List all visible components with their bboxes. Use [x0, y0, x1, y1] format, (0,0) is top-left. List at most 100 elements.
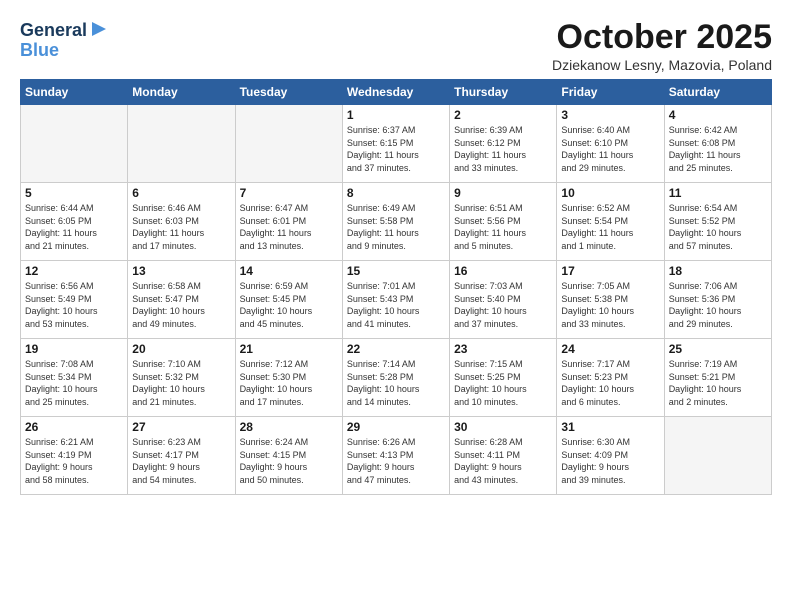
day-info: Sunrise: 6:58 AM Sunset: 5:47 PM Dayligh… — [132, 280, 230, 330]
day-number: 5 — [25, 186, 123, 200]
day-number: 14 — [240, 264, 338, 278]
day-info: Sunrise: 6:21 AM Sunset: 4:19 PM Dayligh… — [25, 436, 123, 486]
calendar-cell: 20 Sunrise: 7:10 AM Sunset: 5:32 PM Dayli… — [128, 339, 235, 417]
calendar-cell: 23 Sunrise: 7:15 AM Sunset: 5:25 PM Dayli… — [450, 339, 557, 417]
day-number: 23 — [454, 342, 552, 356]
logo-text: General — [20, 21, 87, 41]
day-info: Sunrise: 7:19 AM Sunset: 5:21 PM Dayligh… — [669, 358, 767, 408]
title-block: October 2025 Dziekanow Lesny, Mazovia, P… — [552, 18, 772, 73]
day-number: 19 — [25, 342, 123, 356]
day-info: Sunrise: 6:56 AM Sunset: 5:49 PM Dayligh… — [25, 280, 123, 330]
weekday-header-tuesday: Tuesday — [235, 80, 342, 105]
day-number: 18 — [669, 264, 767, 278]
calendar-cell: 6 Sunrise: 6:46 AM Sunset: 6:03 PM Daylig… — [128, 183, 235, 261]
day-number: 30 — [454, 420, 552, 434]
day-info: Sunrise: 6:59 AM Sunset: 5:45 PM Dayligh… — [240, 280, 338, 330]
calendar-cell: 22 Sunrise: 7:14 AM Sunset: 5:28 PM Dayli… — [342, 339, 449, 417]
day-number: 26 — [25, 420, 123, 434]
calendar-cell: 13 Sunrise: 6:58 AM Sunset: 5:47 PM Dayli… — [128, 261, 235, 339]
calendar-cell: 16Sunrise: 7:03 AM Sunset: 5:40 PM Dayli… — [450, 261, 557, 339]
day-number: 7 — [240, 186, 338, 200]
location: Dziekanow Lesny, Mazovia, Poland — [552, 57, 772, 73]
calendar-cell: 8 Sunrise: 6:49 AM Sunset: 5:58 PM Daylig… — [342, 183, 449, 261]
calendar-cell: 3 Sunrise: 6:40 AM Sunset: 6:10 PM Daylig… — [557, 105, 664, 183]
day-info: Sunrise: 6:40 AM Sunset: 6:10 PM Dayligh… — [561, 124, 659, 174]
month-title: October 2025 — [552, 18, 772, 57]
calendar-header-row: SundayMondayTuesdayWednesdayThursdayFrid… — [21, 80, 772, 105]
day-info: Sunrise: 6:23 AM Sunset: 4:17 PM Dayligh… — [132, 436, 230, 486]
page: General Blue October 2025 Dziekanow Lesn… — [0, 0, 792, 612]
calendar-cell — [128, 105, 235, 183]
calendar-cell: 11 Sunrise: 6:54 AM Sunset: 5:52 PM Dayli… — [664, 183, 771, 261]
weekday-header-wednesday: Wednesday — [342, 80, 449, 105]
day-number: 1 — [347, 108, 445, 122]
weekday-header-monday: Monday — [128, 80, 235, 105]
day-info: Sunrise: 7:14 AM Sunset: 5:28 PM Dayligh… — [347, 358, 445, 408]
header: General Blue October 2025 Dziekanow Lesn… — [20, 18, 772, 73]
calendar-cell — [664, 417, 771, 495]
day-number: 13 — [132, 264, 230, 278]
day-info: Sunrise: 6:44 AM Sunset: 6:05 PM Dayligh… — [25, 202, 123, 252]
day-info: Sunrise: 7:01 AM Sunset: 5:43 PM Dayligh… — [347, 280, 445, 330]
day-info: Sunrise: 6:54 AM Sunset: 5:52 PM Dayligh… — [669, 202, 767, 252]
calendar-cell: 7 Sunrise: 6:47 AM Sunset: 6:01 PM Daylig… — [235, 183, 342, 261]
calendar-cell: 5 Sunrise: 6:44 AM Sunset: 6:05 PM Daylig… — [21, 183, 128, 261]
calendar-cell: 26 Sunrise: 6:21 AM Sunset: 4:19 PM Dayli… — [21, 417, 128, 495]
day-number: 20 — [132, 342, 230, 356]
calendar: SundayMondayTuesdayWednesdayThursdayFrid… — [20, 79, 772, 495]
logo-arrow-icon — [90, 20, 108, 38]
day-number: 3 — [561, 108, 659, 122]
calendar-cell — [235, 105, 342, 183]
calendar-cell: 24Sunrise: 7:17 AM Sunset: 5:23 PM Dayli… — [557, 339, 664, 417]
logo: General Blue — [20, 18, 108, 61]
day-number: 11 — [669, 186, 767, 200]
day-number: 21 — [240, 342, 338, 356]
day-number: 4 — [669, 108, 767, 122]
day-info: Sunrise: 7:15 AM Sunset: 5:25 PM Dayligh… — [454, 358, 552, 408]
calendar-cell: 28 Sunrise: 6:24 AM Sunset: 4:15 PM Dayli… — [235, 417, 342, 495]
calendar-cell: 30 Sunrise: 6:28 AM Sunset: 4:11 PM Dayli… — [450, 417, 557, 495]
weekday-header-saturday: Saturday — [664, 80, 771, 105]
day-number: 10 — [561, 186, 659, 200]
calendar-cell: 31Sunrise: 6:30 AM Sunset: 4:09 PM Dayli… — [557, 417, 664, 495]
calendar-cell — [21, 105, 128, 183]
day-info: Sunrise: 7:12 AM Sunset: 5:30 PM Dayligh… — [240, 358, 338, 408]
day-number: 12 — [25, 264, 123, 278]
day-number: 22 — [347, 342, 445, 356]
day-number: 27 — [132, 420, 230, 434]
calendar-cell: 18 Sunrise: 7:06 AM Sunset: 5:36 PM Dayli… — [664, 261, 771, 339]
calendar-cell: 14 Sunrise: 6:59 AM Sunset: 5:45 PM Dayli… — [235, 261, 342, 339]
calendar-cell: 17Sunrise: 7:05 AM Sunset: 5:38 PM Dayli… — [557, 261, 664, 339]
logo-blue-text: Blue — [20, 41, 59, 61]
day-info: Sunrise: 6:52 AM Sunset: 5:54 PM Dayligh… — [561, 202, 659, 252]
day-number: 28 — [240, 420, 338, 434]
day-info: Sunrise: 6:28 AM Sunset: 4:11 PM Dayligh… — [454, 436, 552, 486]
calendar-cell: 15Sunrise: 7:01 AM Sunset: 5:43 PM Dayli… — [342, 261, 449, 339]
day-number: 25 — [669, 342, 767, 356]
week-row-4: 19Sunrise: 7:08 AM Sunset: 5:34 PM Dayli… — [21, 339, 772, 417]
calendar-cell: 1 Sunrise: 6:37 AM Sunset: 6:15 PM Daylig… — [342, 105, 449, 183]
day-number: 29 — [347, 420, 445, 434]
day-number: 17 — [561, 264, 659, 278]
week-row-3: 12 Sunrise: 6:56 AM Sunset: 5:49 PM Dayli… — [21, 261, 772, 339]
calendar-cell: 10 Sunrise: 6:52 AM Sunset: 5:54 PM Dayli… — [557, 183, 664, 261]
day-info: Sunrise: 7:06 AM Sunset: 5:36 PM Dayligh… — [669, 280, 767, 330]
day-info: Sunrise: 7:10 AM Sunset: 5:32 PM Dayligh… — [132, 358, 230, 408]
calendar-cell: 9Sunrise: 6:51 AM Sunset: 5:56 PM Daylig… — [450, 183, 557, 261]
day-info: Sunrise: 6:37 AM Sunset: 6:15 PM Dayligh… — [347, 124, 445, 174]
calendar-cell: 27 Sunrise: 6:23 AM Sunset: 4:17 PM Dayli… — [128, 417, 235, 495]
week-row-5: 26 Sunrise: 6:21 AM Sunset: 4:19 PM Dayli… — [21, 417, 772, 495]
calendar-cell: 4Sunrise: 6:42 AM Sunset: 6:08 PM Daylig… — [664, 105, 771, 183]
day-info: Sunrise: 6:49 AM Sunset: 5:58 PM Dayligh… — [347, 202, 445, 252]
calendar-cell: 29 Sunrise: 6:26 AM Sunset: 4:13 PM Dayli… — [342, 417, 449, 495]
day-number: 16 — [454, 264, 552, 278]
day-number: 31 — [561, 420, 659, 434]
day-info: Sunrise: 6:46 AM Sunset: 6:03 PM Dayligh… — [132, 202, 230, 252]
calendar-cell: 25 Sunrise: 7:19 AM Sunset: 5:21 PM Dayli… — [664, 339, 771, 417]
day-number: 8 — [347, 186, 445, 200]
calendar-cell: 21 Sunrise: 7:12 AM Sunset: 5:30 PM Dayli… — [235, 339, 342, 417]
day-info: Sunrise: 6:47 AM Sunset: 6:01 PM Dayligh… — [240, 202, 338, 252]
day-number: 6 — [132, 186, 230, 200]
day-info: Sunrise: 6:24 AM Sunset: 4:15 PM Dayligh… — [240, 436, 338, 486]
day-info: Sunrise: 6:26 AM Sunset: 4:13 PM Dayligh… — [347, 436, 445, 486]
